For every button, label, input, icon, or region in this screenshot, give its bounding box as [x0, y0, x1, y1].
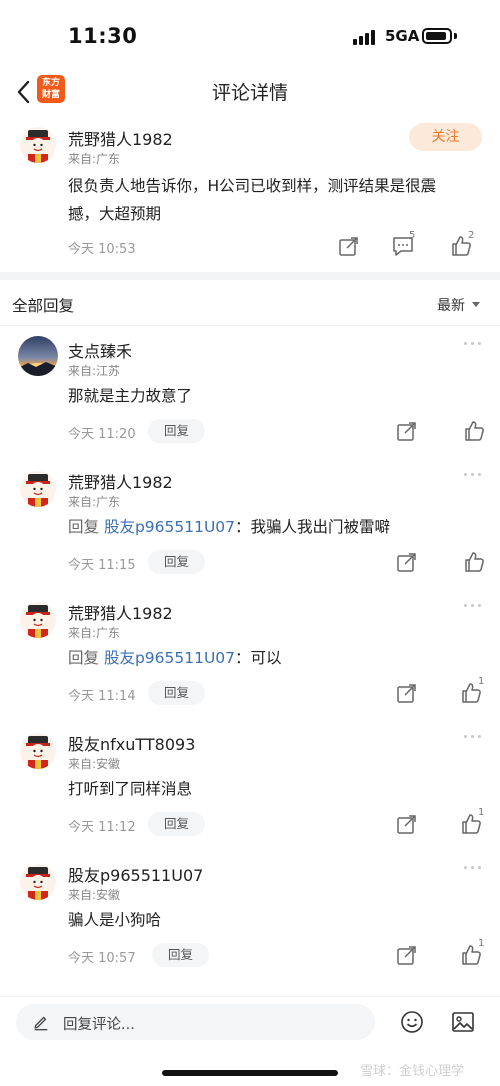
replies-title: 全部回复 — [12, 297, 75, 315]
like-icon[interactable] — [463, 551, 485, 573]
mascot-avatar-icon — [20, 127, 56, 163]
page-title: 评论详情 — [211, 82, 288, 104]
home-indicator — [162, 1070, 338, 1076]
share-icon[interactable] — [338, 235, 360, 257]
reply-text: 打听到了同样消息 — [68, 775, 488, 803]
comment-text-line: 撼，大超预期 — [68, 205, 162, 223]
like-count: 1 — [478, 676, 485, 687]
mascot-avatar-icon — [20, 864, 56, 900]
like-count: 1 — [478, 938, 485, 949]
chevron-down-icon[interactable] — [472, 302, 480, 307]
share-icon[interactable] — [396, 420, 418, 442]
reply-text: 回复 股友p965511U07：可以 — [68, 644, 488, 672]
reply-text: 回复 股友p965511U07：我骗人我出门被雷噼 — [68, 513, 488, 541]
like-count: 1 — [478, 807, 485, 818]
network-label: 5GA — [385, 27, 420, 45]
status-time: 11:30 — [68, 24, 138, 48]
reply-item: 荒野猎人1982 来自:广东回复 股友p965511U07：我骗人我出门被雷噼今天… — [0, 457, 500, 588]
reply-body: 打听到了同样消息 — [68, 780, 193, 798]
landscape-avatar-icon — [18, 336, 58, 376]
author-location: 来自:广东 — [68, 495, 121, 509]
mascot-avatar-icon — [20, 602, 56, 638]
battery-cap — [454, 33, 457, 39]
like-count: 2 — [468, 230, 475, 241]
like-icon[interactable] — [463, 420, 485, 442]
main-comment: 荒野猎人1982 来自:广东 关注 很负责人地告诉你，H公司已收到样，测评结果是… — [0, 114, 500, 272]
reply-prefix: 回复 — [68, 649, 100, 667]
bottom-bar: 回复评论... — [0, 996, 500, 1048]
comment-time: 今天 10:53 — [68, 242, 136, 257]
watermark: 雪球：金钱心理学 — [360, 1064, 465, 1079]
mention-link[interactable]: 股友p965511U07 — [104, 518, 235, 536]
author-location: 来自:广东 — [68, 152, 121, 166]
author-name[interactable]: 支点臻禾 — [68, 338, 132, 362]
reply-item: 支点臻禾来自:江苏那就是主力故意了 今天 11:20 回复 — [0, 326, 500, 457]
sort-select[interactable]: 最新 — [437, 295, 465, 315]
reply-time: 今天 11:20 — [68, 427, 136, 442]
pencil-icon — [34, 1016, 48, 1031]
reply-prefix: 回复 — [68, 518, 100, 536]
reply-item: 荒野猎人1982 来自:广东回复 股友p965511U07：可以今天 11:14 回… — [0, 588, 500, 719]
reply-button[interactable]: 回复 — [148, 550, 205, 574]
reply-body: 骗人是小狗哈 — [68, 911, 162, 929]
emoji-icon[interactable] — [400, 1010, 424, 1034]
share-icon[interactable] — [396, 551, 418, 573]
share-icon[interactable] — [396, 813, 418, 835]
author-location: 来自:安徽 — [68, 888, 121, 902]
reply-time: 今天 11:15 — [68, 558, 136, 573]
more-icon[interactable] — [462, 473, 484, 479]
avatar[interactable] — [20, 602, 56, 638]
mascot-avatar-icon — [20, 733, 56, 769]
replies-header: 全部回复 最新 — [0, 280, 500, 326]
mascot-avatar-icon — [20, 471, 56, 507]
author-location: 来自:安徽 — [68, 757, 121, 771]
nav-bar: 东方财富 评论详情 — [0, 70, 500, 114]
share-icon[interactable] — [396, 682, 418, 704]
author-location: 来自:江苏 — [68, 364, 121, 378]
comment-text-line: 很负责人地告诉你，H公司已收到样，测评结果是很震 — [68, 177, 437, 195]
avatar[interactable] — [20, 864, 56, 900]
reply-body: 那就是主力故意了 — [68, 387, 193, 405]
reply-button[interactable]: 回复 — [148, 419, 205, 443]
status-bar: 11:30 5GA — [0, 0, 500, 70]
avatar[interactable] — [20, 733, 56, 769]
author-name[interactable]: 股友p965511U07 — [68, 862, 203, 886]
author-name[interactable]: 荒野猎人1982 — [68, 469, 173, 493]
section-divider — [0, 272, 500, 280]
reply-button[interactable]: 回复 — [148, 812, 205, 836]
image-icon[interactable] — [451, 1010, 475, 1034]
more-icon[interactable] — [462, 866, 484, 872]
mention-link[interactable]: 股友p965511U07 — [104, 649, 235, 667]
comment-count: 5 — [409, 230, 416, 241]
reply-time: 今天 10:57 — [68, 951, 136, 966]
reply-time: 今天 11:12 — [68, 820, 136, 835]
signal-icon — [353, 29, 379, 45]
reply-button[interactable]: 回复 — [152, 943, 209, 967]
avatar[interactable] — [18, 336, 58, 376]
reply-item: 股友nfxuTT8093 来自:安徽打听到了同样消息 今天 11:12 回复 1 — [0, 719, 500, 850]
reply-input-placeholder: 回复评论... — [63, 1017, 135, 1033]
author-name[interactable]: 荒野猎人1982 — [68, 126, 173, 150]
author-location: 来自:广东 — [68, 626, 121, 640]
reply-item: 股友p965511U07 来自:安徽骗人是小狗哈 今天 10:57 回复 1 — [0, 850, 500, 981]
author-name[interactable]: 股友nfxuTT8093 — [68, 731, 195, 755]
reply-text: 骗人是小狗哈 — [68, 906, 488, 934]
battery-icon — [422, 28, 452, 44]
reply-body: ：我骗人我出门被雷噼 — [235, 518, 391, 536]
avatar[interactable] — [20, 471, 56, 507]
reply-text: 那就是主力故意了 — [68, 382, 488, 410]
avatar[interactable] — [20, 127, 56, 163]
more-icon[interactable] — [462, 604, 484, 610]
reply-input[interactable]: 回复评论... — [16, 1004, 375, 1040]
share-icon[interactable] — [396, 944, 418, 966]
reply-body: ：可以 — [235, 649, 282, 667]
reply-button[interactable]: 回复 — [148, 681, 205, 705]
reply-time: 今天 11:14 — [68, 689, 136, 704]
more-icon[interactable] — [462, 342, 484, 348]
author-name[interactable]: 荒野猎人1982 — [68, 600, 173, 624]
follow-button[interactable]: 关注 — [409, 123, 482, 151]
comment-text: 很负责人地告诉你，H公司已收到样，测评结果是很震 撼，大超预期 — [68, 172, 488, 228]
more-icon[interactable] — [462, 735, 484, 741]
